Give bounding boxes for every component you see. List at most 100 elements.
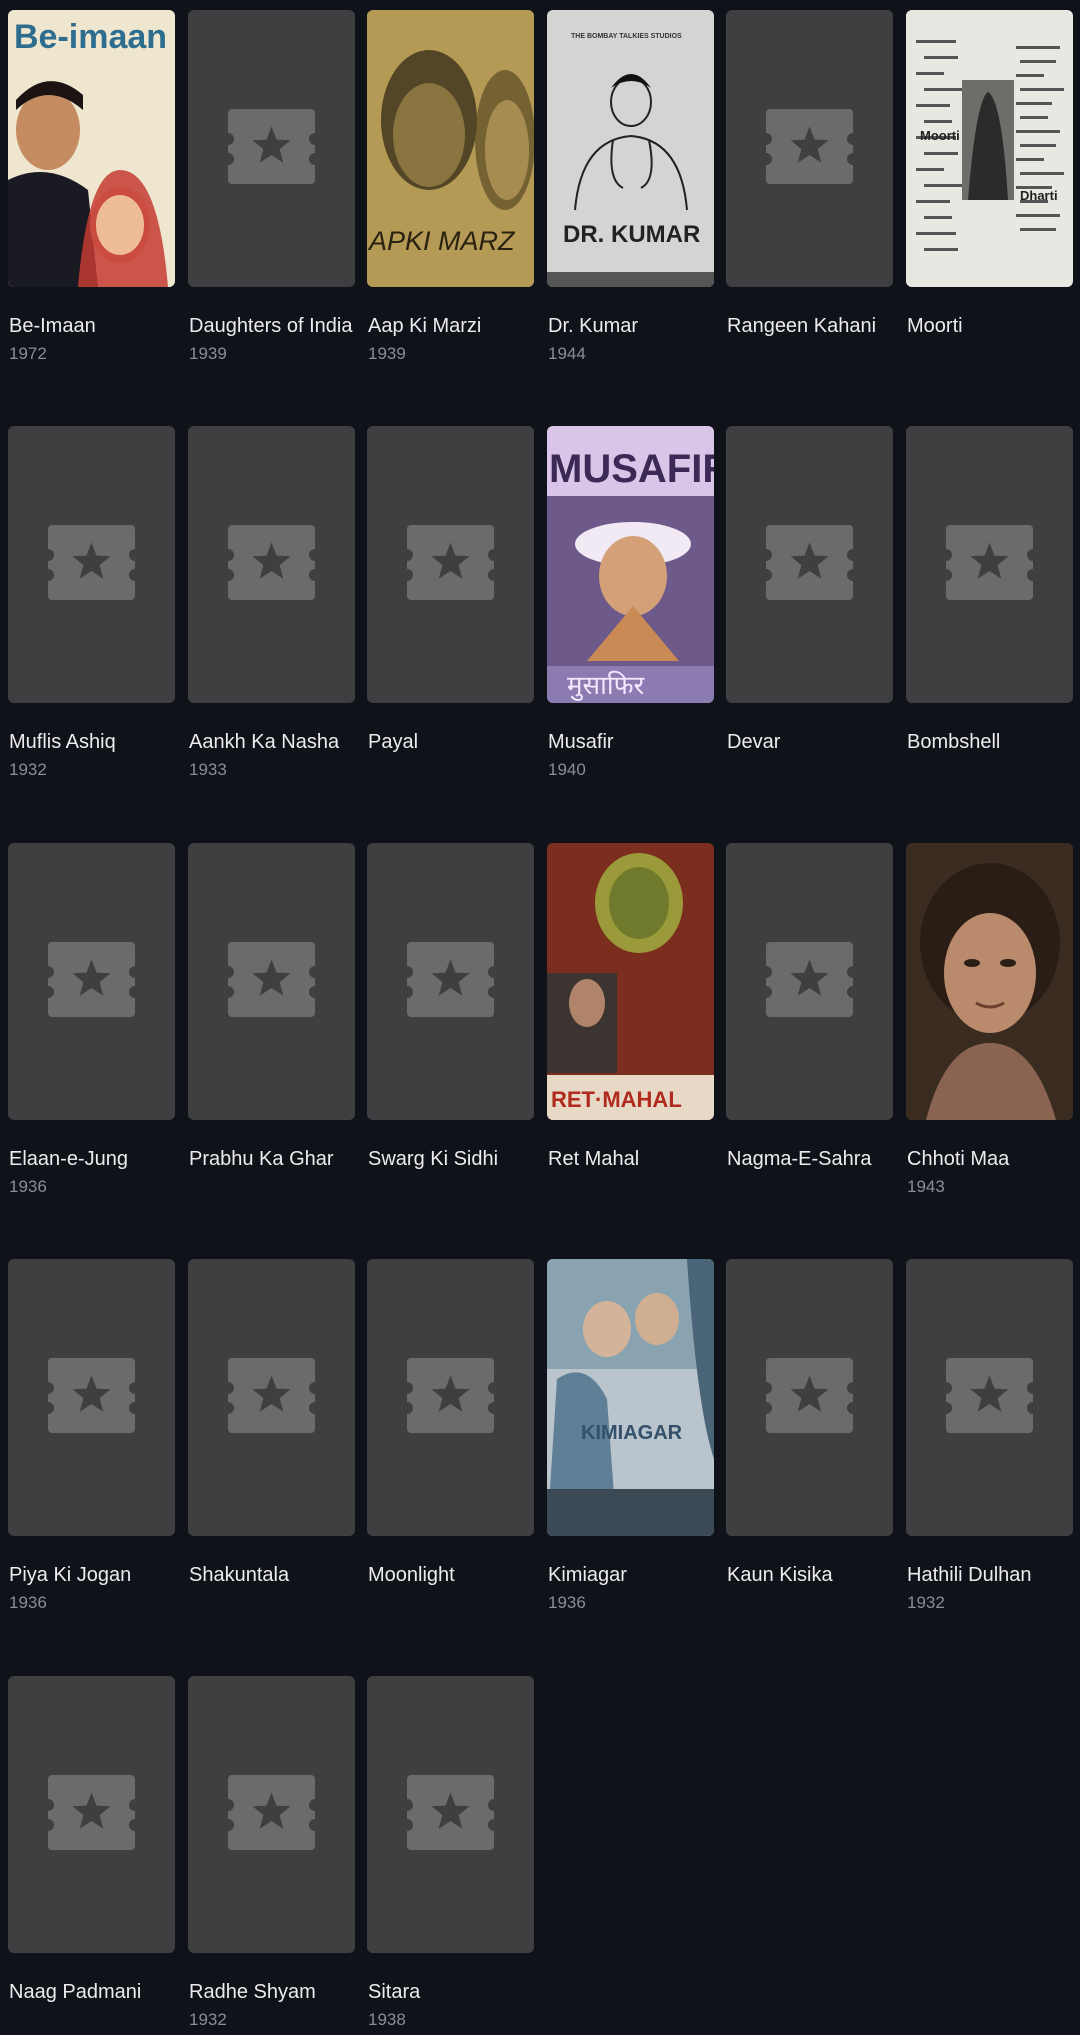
movie-year: 1972 <box>9 344 47 363</box>
poster-placeholder[interactable] <box>726 843 893 1120</box>
movie-year: 1939 <box>189 344 227 363</box>
svg-text:Dharti: Dharti <box>1020 188 1058 203</box>
movie-year: 1933 <box>189 760 227 779</box>
poster-artwork: Be-imaan <box>8 10 175 287</box>
poster-placeholder[interactable] <box>726 10 893 287</box>
movie-title[interactable]: Moorti <box>907 310 1080 342</box>
movie-year: 1944 <box>548 344 586 363</box>
poster-placeholder[interactable] <box>188 843 355 1120</box>
movie-title[interactable]: Nagma-E-Sahra <box>727 1143 902 1175</box>
movie-title[interactable]: Muflis Ashiq <box>9 726 184 758</box>
ticket-star-icon <box>407 942 494 1017</box>
movie-title[interactable]: Ret Mahal <box>548 1143 723 1175</box>
ticket-star-icon <box>766 942 853 1017</box>
poster-placeholder[interactable] <box>188 1259 355 1536</box>
movie-title[interactable]: Dr. Kumar <box>548 310 723 342</box>
ticket-star-icon <box>407 525 494 600</box>
movie-poster[interactable]: APKI MARZ <box>367 10 534 287</box>
poster-placeholder[interactable] <box>726 1259 893 1536</box>
poster-placeholder[interactable] <box>726 426 893 703</box>
ticket-star-icon <box>766 109 853 184</box>
poster-placeholder[interactable] <box>906 426 1073 703</box>
ticket-star-icon <box>48 525 135 600</box>
movie-title[interactable]: Aankh Ka Nasha <box>189 726 364 758</box>
ticket-star-icon <box>407 1775 494 1850</box>
movie-title[interactable]: Piya Ki Jogan <box>9 1559 184 1591</box>
ticket-star-icon <box>48 942 135 1017</box>
movie-title[interactable]: Daughters of India <box>189 310 364 342</box>
movie-poster[interactable]: Moorti Dharti <box>906 10 1073 287</box>
poster-placeholder[interactable] <box>8 1259 175 1536</box>
ticket-star-icon <box>946 1358 1033 1433</box>
movie-title[interactable]: Swarg Ki Sidhi <box>368 1143 543 1175</box>
ticket-star-icon <box>407 1358 494 1433</box>
svg-text:KIMIAGAR: KIMIAGAR <box>581 1422 683 1444</box>
movie-year: 1932 <box>9 760 47 779</box>
movie-title[interactable]: Payal <box>368 726 543 758</box>
movie-title[interactable]: Sitara <box>368 1976 543 2008</box>
movie-poster[interactable] <box>906 843 1073 1120</box>
movie-title[interactable]: Musafir <box>548 726 723 758</box>
movie-title[interactable]: Kaun Kisika <box>727 1559 902 1591</box>
movie-title[interactable]: Aap Ki Marzi <box>368 310 543 342</box>
movie-poster[interactable]: RET·MAHAL <box>547 843 714 1120</box>
svg-text:Be-imaan: Be-imaan <box>14 18 167 56</box>
movie-title[interactable]: Rangeen Kahani <box>727 310 902 342</box>
movie-year: 1943 <box>907 1177 945 1196</box>
svg-text:RET·MAHAL: RET·MAHAL <box>551 1087 682 1112</box>
svg-text:DR. KUMAR: DR. KUMAR <box>563 221 700 248</box>
movie-title[interactable]: Hathili Dulhan <box>907 1559 1080 1591</box>
poster-placeholder[interactable] <box>367 426 534 703</box>
poster-artwork: APKI MARZ <box>367 10 534 287</box>
svg-text:APKI MARZ: APKI MARZ <box>367 226 516 256</box>
ticket-star-icon <box>946 525 1033 600</box>
movie-title[interactable]: Devar <box>727 726 902 758</box>
poster-artwork <box>906 843 1073 1120</box>
poster-placeholder[interactable] <box>8 1676 175 1953</box>
poster-artwork: KIMIAGAR <box>547 1259 714 1536</box>
poster-placeholder[interactable] <box>188 426 355 703</box>
movie-year: 1936 <box>9 1177 47 1196</box>
poster-placeholder[interactable] <box>367 1259 534 1536</box>
movie-poster[interactable]: Be-imaan <box>8 10 175 287</box>
poster-placeholder[interactable] <box>188 10 355 287</box>
poster-placeholder[interactable] <box>188 1676 355 1953</box>
poster-artwork: RET·MAHAL <box>547 843 714 1120</box>
ticket-star-icon <box>228 1358 315 1433</box>
poster-placeholder[interactable] <box>8 843 175 1120</box>
movie-year: 1938 <box>368 2010 406 2029</box>
movie-title[interactable]: Bombshell <box>907 726 1080 758</box>
movie-poster[interactable]: THE BOMBAY TALKIES STUDIOS DR. KUMAR <box>547 10 714 287</box>
movie-poster[interactable]: MUSAFIR मुसाफिर <box>547 426 714 703</box>
poster-placeholder[interactable] <box>8 426 175 703</box>
ticket-star-icon <box>228 109 315 184</box>
svg-text:Moorti: Moorti <box>920 128 960 143</box>
ticket-star-icon <box>766 525 853 600</box>
movie-year: 1936 <box>548 1593 586 1612</box>
movie-year: 1932 <box>189 2010 227 2029</box>
ticket-star-icon <box>48 1775 135 1850</box>
ticket-star-icon <box>228 525 315 600</box>
ticket-star-icon <box>228 1775 315 1850</box>
movie-title[interactable]: Prabhu Ka Ghar <box>189 1143 364 1175</box>
movie-year: 1932 <box>907 1593 945 1612</box>
ticket-star-icon <box>48 1358 135 1433</box>
movie-title[interactable]: Elaan-e-Jung <box>9 1143 184 1175</box>
movie-title[interactable]: Moonlight <box>368 1559 543 1591</box>
movie-title[interactable]: Chhoti Maa <box>907 1143 1080 1175</box>
poster-placeholder[interactable] <box>367 1676 534 1953</box>
movie-year: 1936 <box>9 1593 47 1612</box>
poster-placeholder[interactable] <box>906 1259 1073 1536</box>
movie-title[interactable]: Be-Imaan <box>9 310 184 342</box>
movie-title[interactable]: Radhe Shyam <box>189 1976 364 2008</box>
movie-poster[interactable]: KIMIAGAR <box>547 1259 714 1536</box>
svg-text:THE BOMBAY TALKIES STUDIOS: THE BOMBAY TALKIES STUDIOS <box>571 33 682 40</box>
movie-title[interactable]: Naag Padmani <box>9 1976 184 2008</box>
ticket-star-icon <box>228 942 315 1017</box>
poster-artwork: Moorti Dharti <box>906 10 1073 287</box>
movie-title[interactable]: Shakuntala <box>189 1559 364 1591</box>
poster-placeholder[interactable] <box>367 843 534 1120</box>
poster-artwork: THE BOMBAY TALKIES STUDIOS DR. KUMAR <box>547 10 714 287</box>
svg-text:MUSAFIR: MUSAFIR <box>549 447 714 491</box>
movie-title[interactable]: Kimiagar <box>548 1559 723 1591</box>
